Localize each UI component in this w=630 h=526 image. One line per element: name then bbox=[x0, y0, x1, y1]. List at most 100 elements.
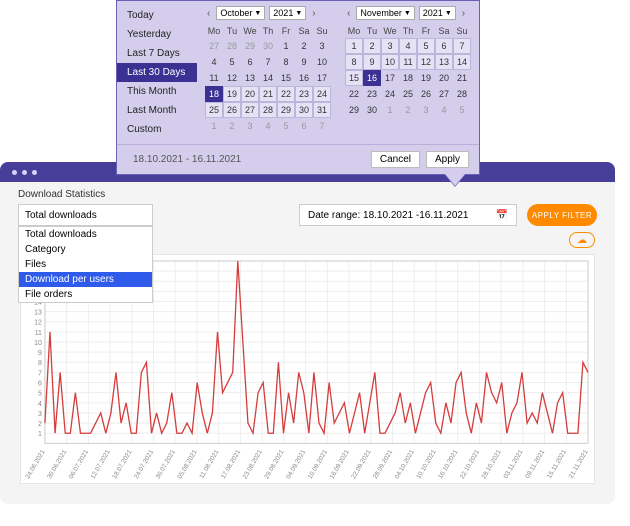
calendar-day[interactable]: 3 bbox=[417, 102, 435, 118]
preset-item[interactable]: Last 30 Days bbox=[117, 63, 197, 82]
calendar-day[interactable]: 6 bbox=[241, 54, 259, 70]
calendar-day[interactable]: 10 bbox=[313, 54, 331, 70]
calendar-day[interactable]: 10 bbox=[381, 54, 399, 70]
preset-item[interactable]: This Month bbox=[117, 82, 197, 101]
calendar-day[interactable]: 30 bbox=[295, 102, 313, 118]
calendar-day[interactable]: 18 bbox=[399, 70, 417, 86]
calendar-day[interactable]: 25 bbox=[205, 102, 223, 118]
preset-item[interactable]: Last Month bbox=[117, 101, 197, 120]
prev-month-icon[interactable]: ‹ bbox=[345, 8, 352, 19]
calendar-day[interactable]: 29 bbox=[345, 102, 363, 118]
calendar-day[interactable]: 9 bbox=[363, 54, 381, 70]
calendar-day[interactable]: 14 bbox=[453, 54, 471, 70]
calendar-day[interactable]: 27 bbox=[241, 102, 259, 118]
calendar-day[interactable]: 7 bbox=[259, 54, 277, 70]
calendar-day[interactable]: 4 bbox=[399, 38, 417, 54]
calendar-day[interactable]: 6 bbox=[295, 118, 313, 134]
date-range-input[interactable]: Date range: 18.10.2021 -16.11.2021 📅 bbox=[299, 204, 517, 226]
calendar-day[interactable]: 18 bbox=[205, 86, 223, 102]
metric-dropdown[interactable]: Total downloadsCategoryFilesDownload per… bbox=[18, 226, 153, 303]
apply-button[interactable]: Apply bbox=[426, 151, 469, 168]
calendar-day[interactable]: 11 bbox=[399, 54, 417, 70]
calendar-day[interactable]: 29 bbox=[277, 102, 295, 118]
metric-select[interactable]: Total downloads bbox=[18, 204, 153, 226]
calendar-day[interactable]: 3 bbox=[313, 38, 331, 54]
calendar-day[interactable]: 19 bbox=[223, 86, 241, 102]
calendar-day[interactable]: 22 bbox=[345, 86, 363, 102]
left-year-select[interactable]: 2021▼ bbox=[269, 6, 306, 20]
calendar-day[interactable]: 4 bbox=[435, 102, 453, 118]
calendar-day[interactable]: 25 bbox=[399, 86, 417, 102]
calendar-day[interactable]: 14 bbox=[259, 70, 277, 86]
calendar-day[interactable]: 11 bbox=[205, 70, 223, 86]
calendar-day[interactable]: 19 bbox=[417, 70, 435, 86]
right-year-select[interactable]: 2021▼ bbox=[419, 6, 456, 20]
preset-item[interactable]: Last 7 Days bbox=[117, 44, 197, 63]
preset-item[interactable]: Custom bbox=[117, 120, 197, 139]
calendar-day[interactable]: 7 bbox=[313, 118, 331, 134]
calendar-day[interactable]: 30 bbox=[259, 38, 277, 54]
calendar-day[interactable]: 12 bbox=[417, 54, 435, 70]
calendar-day[interactable]: 3 bbox=[241, 118, 259, 134]
calendar-day[interactable]: 12 bbox=[223, 70, 241, 86]
calendar-day[interactable]: 15 bbox=[345, 70, 363, 86]
calendar-day[interactable]: 8 bbox=[277, 54, 295, 70]
apply-filter-button[interactable]: APPLY FILTER bbox=[527, 204, 597, 226]
calendar-day[interactable]: 5 bbox=[223, 54, 241, 70]
cancel-button[interactable]: Cancel bbox=[371, 151, 420, 168]
calendar-day[interactable]: 27 bbox=[205, 38, 223, 54]
calendar-day[interactable]: 13 bbox=[241, 70, 259, 86]
calendar-day[interactable]: 26 bbox=[417, 86, 435, 102]
calendar-day[interactable]: 1 bbox=[277, 38, 295, 54]
calendar-day[interactable]: 16 bbox=[363, 70, 381, 86]
calendar-day[interactable]: 23 bbox=[363, 86, 381, 102]
calendar-day[interactable]: 28 bbox=[259, 102, 277, 118]
calendar-day[interactable]: 5 bbox=[453, 102, 471, 118]
calendar-day[interactable]: 5 bbox=[277, 118, 295, 134]
calendar-day[interactable]: 22 bbox=[277, 86, 295, 102]
calendar-day[interactable]: 2 bbox=[295, 38, 313, 54]
calendar-day[interactable]: 29 bbox=[241, 38, 259, 54]
next-month-icon[interactable]: › bbox=[460, 8, 467, 19]
dropdown-option[interactable]: Files bbox=[19, 257, 152, 272]
dropdown-option[interactable]: Download per users bbox=[19, 272, 152, 287]
calendar-day[interactable]: 1 bbox=[345, 38, 363, 54]
left-month-select[interactable]: October▼ bbox=[216, 6, 265, 20]
calendar-day[interactable]: 23 bbox=[295, 86, 313, 102]
calendar-day[interactable]: 26 bbox=[223, 102, 241, 118]
calendar-day[interactable]: 24 bbox=[313, 86, 331, 102]
calendar-day[interactable]: 4 bbox=[205, 54, 223, 70]
calendar-day[interactable]: 4 bbox=[259, 118, 277, 134]
next-month-icon[interactable]: › bbox=[310, 8, 317, 19]
calendar-day[interactable]: 2 bbox=[399, 102, 417, 118]
calendar-day[interactable]: 1 bbox=[205, 118, 223, 134]
dropdown-option[interactable]: Total downloads bbox=[19, 227, 152, 242]
calendar-day[interactable]: 24 bbox=[381, 86, 399, 102]
calendar-day[interactable]: 8 bbox=[345, 54, 363, 70]
calendar-day[interactable]: 2 bbox=[363, 38, 381, 54]
calendar-day[interactable]: 17 bbox=[313, 70, 331, 86]
preset-item[interactable]: Today bbox=[117, 6, 197, 25]
calendar-day[interactable]: 27 bbox=[435, 86, 453, 102]
calendar-day[interactable]: 17 bbox=[381, 70, 399, 86]
dropdown-option[interactable]: File orders bbox=[19, 287, 152, 302]
calendar-day[interactable]: 5 bbox=[417, 38, 435, 54]
calendar-day[interactable]: 20 bbox=[241, 86, 259, 102]
preset-item[interactable]: Yesterday bbox=[117, 25, 197, 44]
calendar-day[interactable]: 28 bbox=[223, 38, 241, 54]
calendar-day[interactable]: 7 bbox=[453, 38, 471, 54]
dropdown-option[interactable]: Category bbox=[19, 242, 152, 257]
calendar-day[interactable]: 20 bbox=[435, 70, 453, 86]
calendar-day[interactable]: 1 bbox=[381, 102, 399, 118]
calendar-day[interactable]: 21 bbox=[259, 86, 277, 102]
export-button[interactable]: ☁ bbox=[569, 232, 595, 248]
calendar-day[interactable]: 30 bbox=[363, 102, 381, 118]
calendar-day[interactable]: 16 bbox=[295, 70, 313, 86]
calendar-day[interactable]: 2 bbox=[223, 118, 241, 134]
right-month-select[interactable]: November▼ bbox=[356, 6, 414, 20]
calendar-day[interactable]: 31 bbox=[313, 102, 331, 118]
calendar-day[interactable]: 6 bbox=[435, 38, 453, 54]
calendar-day[interactable]: 9 bbox=[295, 54, 313, 70]
prev-month-icon[interactable]: ‹ bbox=[205, 8, 212, 19]
calendar-day[interactable]: 3 bbox=[381, 38, 399, 54]
